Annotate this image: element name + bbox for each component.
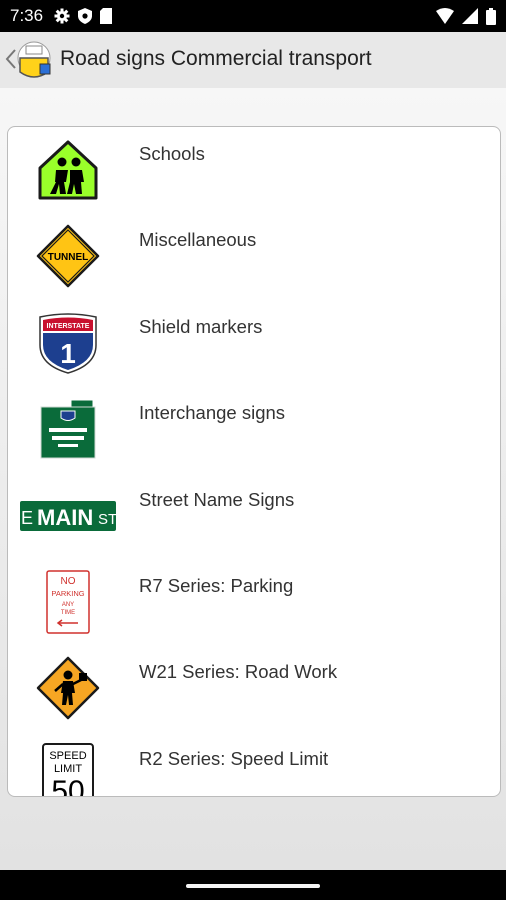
list-item-label: R2 Series: Speed Limit <box>139 747 329 769</box>
home-indicator[interactable] <box>186 884 320 888</box>
svg-text:ANY: ANY <box>62 602 74 608</box>
svg-text:TIME: TIME <box>61 610 75 616</box>
settings-gear-icon <box>54 8 70 24</box>
navigation-bar <box>0 870 506 900</box>
list-item-label: Shield markers <box>139 315 263 337</box>
svg-text:ST: ST <box>98 511 117 528</box>
list-item-label: R7 Series: Parking <box>139 574 294 596</box>
svg-text:MAIN: MAIN <box>37 505 93 530</box>
status-time: 7:36 <box>10 6 44 25</box>
svg-text:NO: NO <box>61 576 76 587</box>
svg-text:E: E <box>21 508 33 528</box>
app-bar: Road signs Commercial transport <box>0 32 506 88</box>
svg-text:TUNNEL: TUNNEL <box>48 252 89 263</box>
svg-text:LIMIT: LIMIT <box>54 763 82 775</box>
svg-text:INTERSTATE: INTERSTATE <box>47 323 90 330</box>
list-item-miscellaneous[interactable]: TUNNEL Miscellaneous <box>8 213 500 299</box>
app-logo-icon[interactable] <box>12 38 56 82</box>
list-item-label: W21 Series: Road Work <box>139 661 338 683</box>
status-bar: 7:36 <box>0 0 506 32</box>
list-item-w21-road-work[interactable]: W21 Series: Road Work <box>8 645 500 731</box>
street-name-sign-icon: E MAIN ST <box>14 483 122 549</box>
speed-limit-sign-icon: SPEED LIMIT 50 <box>14 742 122 797</box>
category-list: Schools TUNNEL Miscellaneous INTERSTATE <box>7 126 501 797</box>
sd-card-icon <box>100 8 112 24</box>
interchange-sign-icon <box>14 396 122 462</box>
list-item-shield-markers[interactable]: INTERSTATE 1 Shield markers <box>8 300 500 386</box>
no-parking-sign-icon: NO PARKING ANY TIME <box>14 569 122 635</box>
content-area: Schools TUNNEL Miscellaneous INTERSTATE <box>0 88 506 870</box>
list-item-r2-speed-limit[interactable]: SPEED LIMIT 50 R2 Series: Speed Limit <box>8 732 500 797</box>
status-icons-right <box>436 8 496 25</box>
interstate-shield-icon: INTERSTATE 1 <box>14 310 122 376</box>
svg-text:PARKING: PARKING <box>51 589 84 598</box>
list-item-schools[interactable]: Schools <box>8 127 500 213</box>
svg-text:SPEED: SPEED <box>49 750 86 762</box>
road-work-sign-icon <box>14 655 122 721</box>
cell-signal-icon <box>462 8 478 24</box>
list-item-interchange-signs[interactable]: Interchange signs <box>8 386 500 472</box>
shield-icon <box>78 8 92 24</box>
list-item-label: Street Name Signs <box>139 488 295 510</box>
svg-text:1: 1 <box>60 338 76 369</box>
wifi-icon <box>436 8 454 24</box>
list-item-r7-parking[interactable]: NO PARKING ANY TIME R7 Series: Parking <box>8 559 500 645</box>
status-icons-left <box>54 8 112 24</box>
list-item-label: Schools <box>139 143 205 164</box>
list-item-street-name-signs[interactable]: E MAIN ST Street Name Signs <box>8 473 500 559</box>
school-sign-icon <box>14 137 122 203</box>
list-item-label: Interchange signs <box>139 402 286 424</box>
svg-text:50: 50 <box>51 775 84 797</box>
battery-icon <box>486 8 496 25</box>
tunnel-sign-icon: TUNNEL <box>14 223 122 289</box>
list-item-label: Miscellaneous <box>139 229 257 251</box>
app-title: Road signs Commercial transport <box>60 47 372 70</box>
